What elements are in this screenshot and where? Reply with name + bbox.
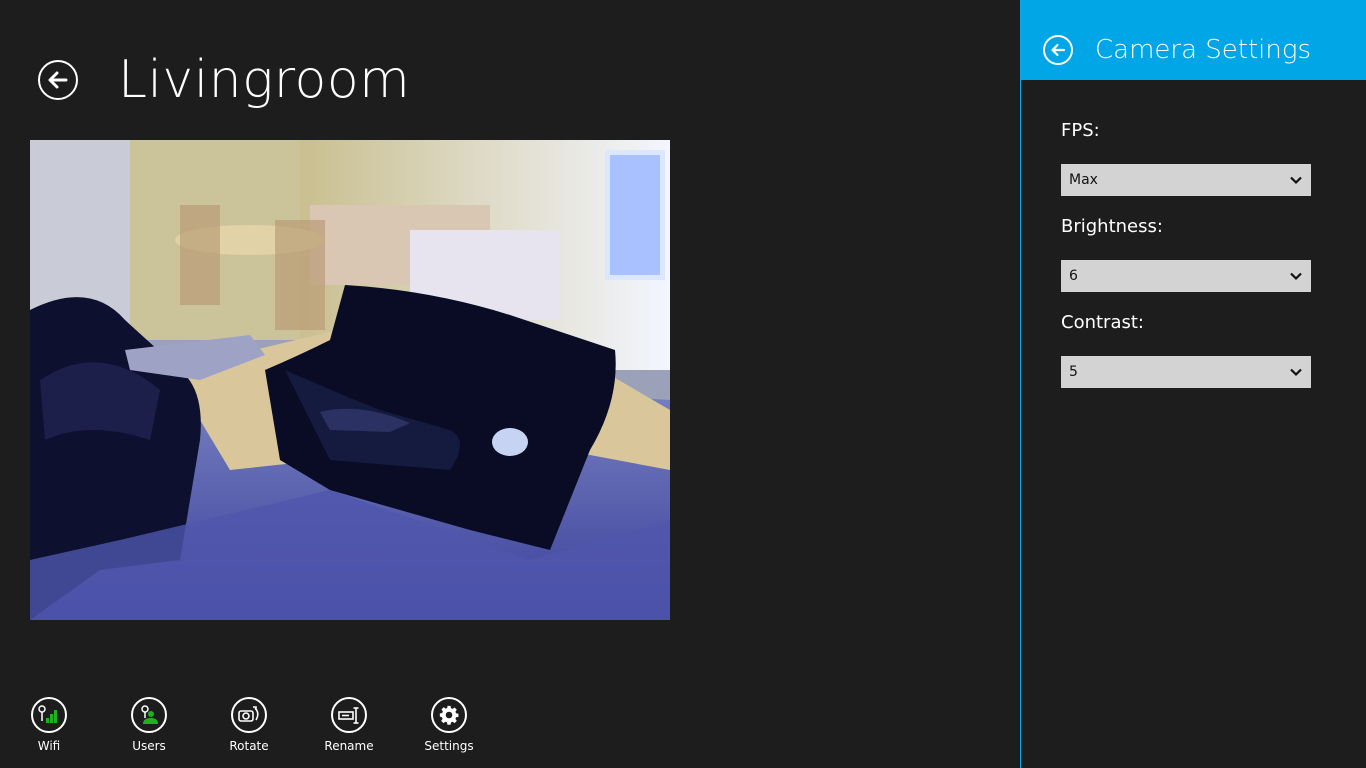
gear-icon — [439, 705, 459, 725]
contrast-select[interactable]: 5 — [1061, 356, 1311, 388]
users-button[interactable]: Users — [109, 697, 189, 761]
app-window: Livingroom Wifi Users Rotate Rename Sett… — [0, 0, 1366, 768]
settings-button[interactable]: Settings — [409, 697, 489, 761]
settings-panel-title: Camera Settings — [1095, 35, 1312, 65]
rename-button-label: Rename — [324, 739, 374, 753]
chevron-down-icon — [1289, 269, 1303, 283]
fps-select-value: Max — [1069, 172, 1098, 188]
settings-panel-header: Camera Settings — [1021, 0, 1366, 80]
camera-feed[interactable] — [30, 140, 670, 620]
rename-button[interactable]: Rename — [309, 697, 389, 761]
settings-button-label: Settings — [424, 739, 474, 753]
wifi-button[interactable]: Wifi — [9, 697, 89, 761]
chevron-down-icon — [1289, 173, 1303, 187]
chevron-down-icon — [1289, 365, 1303, 379]
rename-icon — [338, 707, 359, 724]
brightness-select[interactable]: 6 — [1061, 260, 1311, 292]
contrast-label: Contrast: — [1061, 312, 1144, 333]
rotate-button-label: Rotate — [229, 739, 269, 753]
wifi-button-label: Wifi — [37, 739, 61, 753]
brightness-select-value: 6 — [1069, 268, 1078, 284]
fps-select[interactable]: Max — [1061, 164, 1311, 196]
rotate-button[interactable]: Rotate — [209, 697, 289, 761]
page-title: Livingroom — [118, 50, 411, 110]
app-bar: Wifi Users Rotate Rename Settings — [0, 690, 1000, 768]
brightness-label: Brightness: — [1061, 216, 1163, 237]
back-arrow-icon — [48, 71, 68, 89]
contrast-select-value: 5 — [1069, 364, 1078, 380]
wifi-signal-icon — [38, 705, 57, 723]
fps-label: FPS: — [1061, 120, 1100, 141]
users-button-label: Users — [132, 739, 166, 753]
camera-settings-panel: Camera Settings FPS: Max Brightness: 6 C… — [1020, 0, 1366, 768]
rotate-camera-icon — [238, 706, 259, 722]
settings-back-button[interactable] — [1043, 35, 1073, 65]
back-button[interactable] — [38, 60, 78, 100]
users-icon — [141, 705, 158, 724]
back-arrow-icon — [1051, 43, 1066, 57]
